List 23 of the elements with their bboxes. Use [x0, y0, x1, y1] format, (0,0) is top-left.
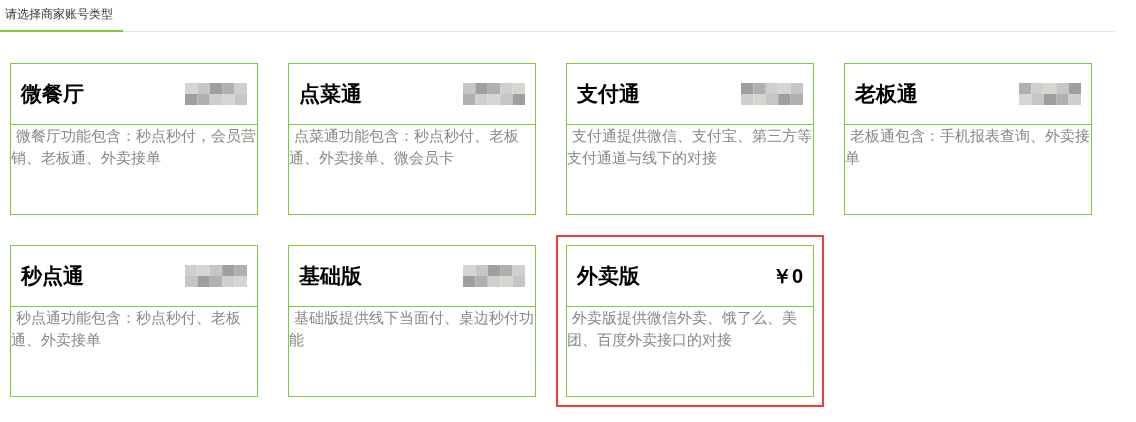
plan-title: 基础版: [299, 263, 362, 290]
plan-description: 秒点通功能包含：秒点秒付、老板通、外卖接单: [11, 308, 242, 350]
plan-price: ￥0: [771, 264, 803, 289]
plan-title: 外卖版: [577, 263, 640, 290]
plan-description: 微餐厅功能包含：秒点秒付，会员营销、老板通、外卖接单: [11, 126, 257, 168]
plan-option[interactable]: 外卖版 ￥0 外卖版提供微信外卖、饿了么、美团、百度外卖接口的对接: [556, 235, 824, 407]
plan-option[interactable]: 微餐厅 微餐厅功能包含：秒点秒付，会员营销、老板通、外卖接单: [0, 53, 268, 225]
tab[interactable]: 请选择商家账号类型: [0, 5, 123, 32]
plan-title: 老板通: [855, 81, 918, 108]
plan-description: 老板通包含：手机报表查询、外卖接单: [845, 126, 1091, 168]
plan-option[interactable]: 老板通 老板通包含：手机报表查询、外卖接单: [834, 53, 1102, 225]
plan-option[interactable]: 支付通 支付通提供微信、支付宝、第三方等支付通道与线下的对接: [556, 53, 824, 225]
plan-title: 支付通: [577, 81, 640, 108]
plan-option[interactable]: 秒点通 秒点通功能包含：秒点秒付、老板通、外卖接单: [0, 235, 268, 407]
plan-description: 点菜通功能包含：秒点秒付、老板通、外卖接单、微会员卡: [289, 126, 520, 168]
plan-title: 点菜通: [299, 81, 362, 108]
plan-description: 支付通提供微信、支付宝、第三方等支付通道与线下的对接: [567, 126, 813, 168]
plan-description: 外卖版提供微信外卖、饿了么、美团、百度外卖接口的对接: [567, 308, 798, 350]
plan-title: 微餐厅: [21, 81, 84, 108]
plan-title: 秒点通: [21, 263, 84, 290]
plan-option[interactable]: 点菜通 点菜通功能包含：秒点秒付、老板通、外卖接单、微会员卡: [278, 53, 546, 225]
plan-option[interactable]: 基础版 基础版提供线下当面付、桌边秒付功能: [278, 235, 546, 407]
plan-description: 基础版提供线下当面付、桌边秒付功能: [289, 308, 535, 350]
